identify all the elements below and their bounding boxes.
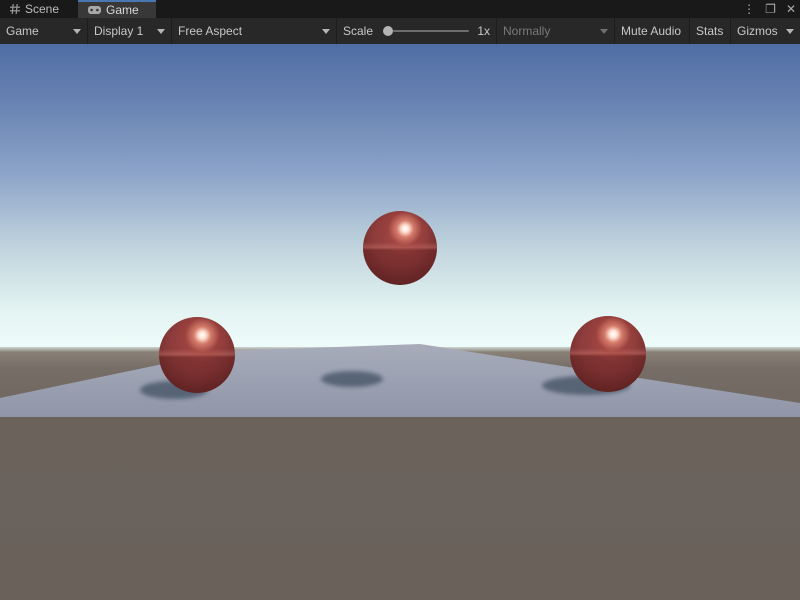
window-controls: ⋮ ❐ ✕ xyxy=(743,0,796,18)
red-sphere-left xyxy=(159,317,235,393)
mute-audio-button[interactable]: Mute Audio xyxy=(615,18,690,44)
maximize-icon[interactable]: ❐ xyxy=(765,0,776,18)
playmode-dropdown[interactable]: Normally xyxy=(497,18,615,44)
aspect-ratio-dropdown[interactable]: Free Aspect xyxy=(172,18,337,44)
gizmos-dropdown[interactable]: Gizmos xyxy=(731,18,800,44)
chevron-down-icon xyxy=(157,29,165,34)
game-menu-label: Game xyxy=(6,24,67,38)
tab-scene-label: Scene xyxy=(25,2,59,16)
red-sphere-center xyxy=(363,211,437,285)
red-sphere-center-shadow xyxy=(321,371,383,387)
close-icon[interactable]: ✕ xyxy=(786,0,796,18)
playmode-label: Normally xyxy=(503,24,594,38)
display-label: Display 1 xyxy=(94,24,151,38)
scale-slider[interactable] xyxy=(383,26,469,36)
slider-knob[interactable] xyxy=(383,26,393,36)
chevron-down-icon xyxy=(600,29,608,34)
chevron-down-icon xyxy=(786,29,794,34)
slider-track[interactable] xyxy=(393,30,469,32)
scale-label: Scale xyxy=(343,24,373,38)
grid-icon xyxy=(10,4,20,14)
chevron-down-icon xyxy=(73,29,81,34)
gamepad-icon xyxy=(88,6,101,14)
game-viewport[interactable] xyxy=(0,44,800,600)
tab-game[interactable]: Game xyxy=(78,0,156,18)
stats-button[interactable]: Stats xyxy=(690,18,731,44)
red-sphere-right xyxy=(570,316,646,392)
aspect-ratio-label: Free Aspect xyxy=(178,24,316,38)
stats-label: Stats xyxy=(696,24,724,38)
scale-value: 1x xyxy=(477,24,490,38)
tab-bar: Scene Game ⋮ ❐ ✕ xyxy=(0,0,800,18)
sky-gradient xyxy=(0,44,800,347)
tab-game-label: Game xyxy=(106,3,139,17)
tab-scene[interactable]: Scene xyxy=(0,0,78,18)
foreground-ground xyxy=(0,417,800,600)
game-menu-dropdown[interactable]: Game xyxy=(0,18,88,44)
display-dropdown[interactable]: Display 1 xyxy=(88,18,172,44)
scale-control: Scale 1x xyxy=(337,18,497,44)
kebab-menu-icon[interactable]: ⋮ xyxy=(743,0,755,18)
chevron-down-icon xyxy=(322,29,330,34)
gizmos-label: Gizmos xyxy=(737,24,780,38)
game-view-toolbar: Game Display 1 Free Aspect Scale 1x Norm… xyxy=(0,18,800,44)
mute-audio-label: Mute Audio xyxy=(621,24,683,38)
